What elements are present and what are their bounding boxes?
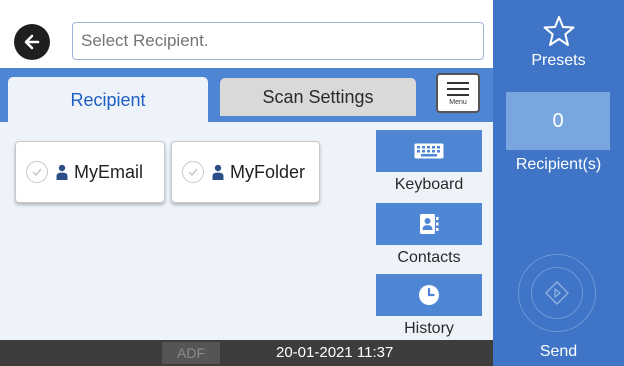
- destination-myfolder[interactable]: MyFolder: [171, 141, 320, 203]
- keyboard-button[interactable]: Keyboard: [376, 130, 482, 194]
- status-bar: ADF 20-01-2021 11:37: [0, 340, 493, 366]
- send-diamond-icon: [545, 281, 569, 305]
- send-button-inner: [531, 267, 583, 319]
- send-label: Send: [539, 343, 578, 360]
- tab-scan-settings[interactable]: Scan Settings: [220, 78, 416, 116]
- star-icon: [543, 16, 574, 46]
- recipient-count-button[interactable]: 0: [506, 92, 610, 150]
- presets-label: Presets: [531, 52, 586, 69]
- tab-recipient[interactable]: Recipient: [8, 77, 208, 123]
- person-icon: [212, 164, 224, 180]
- contacts-icon: [420, 214, 439, 234]
- send-button[interactable]: [518, 254, 596, 332]
- adf-indicator: ADF: [162, 342, 220, 364]
- right-panel: Presets 0 Recipient(s) Send: [493, 0, 624, 366]
- top-bar: [0, 0, 493, 68]
- keyboard-icon: [414, 143, 444, 159]
- contacts-button[interactable]: Contacts: [376, 203, 482, 267]
- destination-label: MyFolder: [230, 161, 306, 182]
- recipient-count: 0: [552, 109, 564, 132]
- presets-button[interactable]: Presets: [493, 14, 624, 84]
- tab-recipient-label: Recipient: [70, 89, 146, 110]
- contacts-button-icon-area: [376, 203, 482, 245]
- history-label: History: [404, 320, 454, 337]
- tab-scan-settings-label: Scan Settings: [262, 86, 374, 107]
- menu-line-icon: [447, 94, 469, 96]
- menu-line-icon: [447, 82, 469, 84]
- destination-myemail[interactable]: MyEmail: [15, 141, 165, 203]
- keyboard-button-icon-area: [376, 130, 482, 172]
- destination-label: MyEmail: [74, 161, 144, 182]
- menu-line-icon: [447, 88, 469, 90]
- contacts-label: Contacts: [397, 249, 461, 266]
- check-circle-icon: [26, 161, 48, 183]
- keyboard-label: Keyboard: [394, 176, 464, 193]
- person-icon: [56, 164, 68, 180]
- tab-bar: Recipient Scan Settings Menu: [0, 68, 493, 123]
- history-button-icon-area: [376, 274, 482, 316]
- back-button[interactable]: [14, 24, 50, 60]
- history-button[interactable]: History: [376, 274, 482, 338]
- check-circle-icon: [182, 161, 204, 183]
- recipient-search-input[interactable]: [72, 22, 484, 60]
- clock-icon: [419, 285, 439, 305]
- recipients-label: Recipient(s): [515, 156, 602, 173]
- menu-label: Menu: [449, 99, 467, 106]
- back-arrow-icon: [24, 34, 40, 50]
- datetime: 20-01-2021 11:37: [276, 344, 394, 361]
- menu-button[interactable]: Menu: [436, 73, 480, 113]
- recipient-content: MyEmail MyFolder Keyboard Contacts Histo…: [0, 122, 493, 340]
